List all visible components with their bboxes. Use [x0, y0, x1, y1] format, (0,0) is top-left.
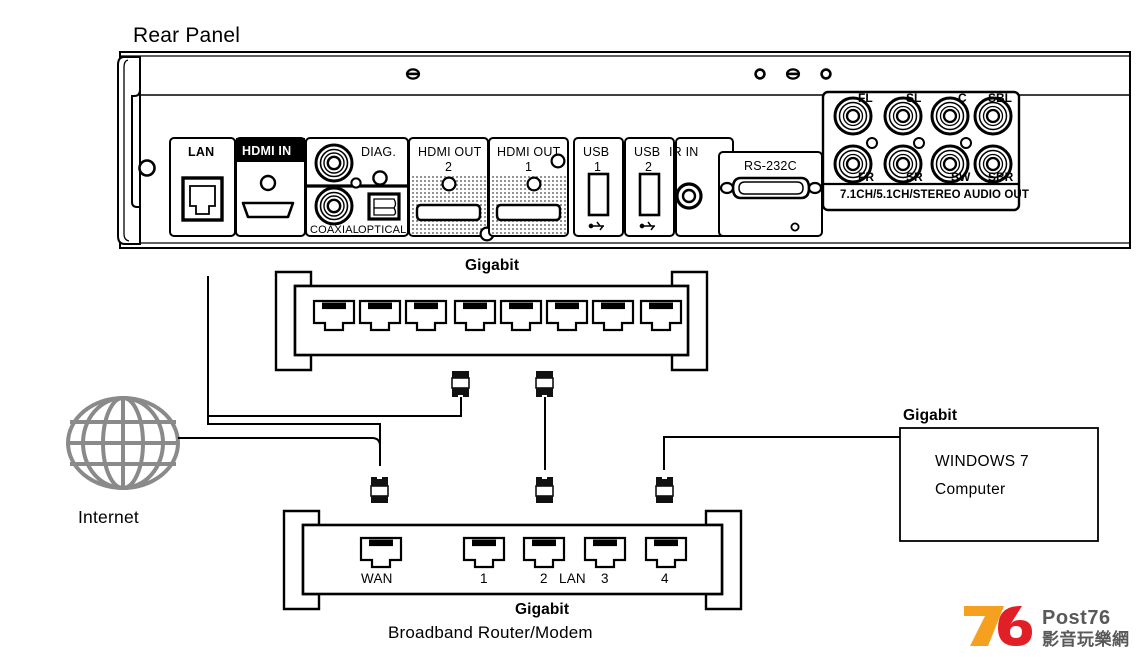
rca-label-sbr: SBR: [988, 170, 1014, 184]
internet-globe-icon: [66, 396, 180, 490]
port-label-hdmi-in: HDMI IN: [242, 144, 292, 158]
port-sublabel-hdmi-out-1: 1: [525, 160, 533, 174]
rca-label-sr: SR: [906, 170, 923, 184]
diagram-vector-layer: [66, 51, 1131, 611]
port-label-coaxial: COAXIAL: [310, 224, 360, 236]
rca-label-fr: FR: [858, 170, 874, 184]
router-port-label-3: 3: [601, 571, 609, 586]
plug-router-lan2: [535, 473, 554, 504]
audio-out-caption: 7.1CH/5.1CH/STEREO AUDIO OUT: [840, 189, 1029, 201]
port-label-hdmi-out-1: HDMI OUT: [497, 145, 561, 159]
rca-label-sw: SW: [951, 170, 971, 184]
router-device-label: Broadband Router/Modem: [388, 623, 593, 642]
plug-switch-port5: [535, 370, 554, 470]
switch-label: Gigabit: [465, 257, 520, 274]
port-sublabel-usb-1: 1: [594, 160, 602, 174]
router-port-label-1: 1: [480, 571, 488, 586]
port-label-diag: DIAG.: [361, 145, 397, 159]
port-label-usb-1: USB: [583, 145, 610, 159]
port-label-rs232c: RS-232C: [744, 159, 797, 173]
watermark-brand: Post76: [1042, 607, 1111, 629]
router-port-label-2: 2: [540, 571, 548, 586]
port-label-lan: LAN: [188, 145, 215, 159]
port-sublabel-usb-2: 2: [645, 160, 653, 174]
router-port-label-4: 4: [661, 571, 669, 586]
port-label-optical: OPTICAL: [358, 224, 407, 236]
watermark-tagline: 影音玩樂網: [1042, 629, 1130, 650]
internet-label: Internet: [78, 507, 139, 527]
plug-router-wan: [370, 473, 389, 504]
watermark: Post76 影音玩樂網: [958, 600, 1138, 652]
router-port-label-wan: WAN: [361, 571, 393, 586]
gigabit-switch: [274, 270, 709, 372]
rca-label-sbl: SBL: [988, 91, 1012, 105]
cable-router-to-computer: [663, 436, 900, 470]
page-title: Rear Panel: [133, 24, 241, 47]
rca-label-sl: SL: [906, 91, 922, 105]
rca-label-fl: FL: [858, 91, 873, 105]
plug-router-lan4: [655, 473, 674, 504]
router-lan-group-label: LAN: [559, 571, 586, 586]
watermark-logo-mark: [964, 606, 1032, 646]
router-speed-label: Gigabit: [515, 601, 570, 618]
port-label-ir-in: IR IN: [669, 145, 699, 159]
port-sublabel-hdmi-out-2: 2: [445, 160, 453, 174]
rca-label-c: C: [958, 91, 967, 105]
cable-internet-to-router: [178, 437, 381, 466]
computer-line-1: WINDOWS 7: [935, 453, 1029, 470]
port-label-hdmi-out-2: HDMI OUT: [418, 145, 482, 159]
plug-switch-port4: [208, 370, 470, 417]
broadband-router: [282, 509, 743, 611]
computer-speed-label: Gigabit: [903, 407, 958, 424]
port-label-usb-2: USB: [634, 145, 661, 159]
diagram-canvas: Rear Panel LAN HDMI IN DIAG. COAXIAL OPT…: [0, 0, 1140, 657]
computer-line-2: Computer: [935, 481, 1006, 498]
